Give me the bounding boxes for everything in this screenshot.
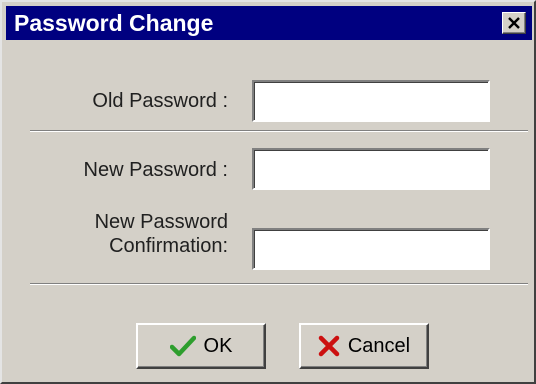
checkmark-icon [169, 335, 196, 357]
confirm-label-line1: New Password [94, 211, 228, 233]
old-password-label: Old Password : [92, 90, 228, 112]
ok-button[interactable]: OK [136, 323, 266, 369]
cancel-label: Cancel [347, 334, 411, 357]
cancel-button[interactable]: Cancel [299, 323, 429, 369]
password-change-dialog: Password Change Old Password : New Passw… [0, 0, 536, 384]
ok-label: OK [203, 334, 233, 357]
confirm-password-field[interactable] [252, 228, 490, 270]
separator-bottom [30, 283, 528, 285]
close-button[interactable] [502, 12, 526, 34]
new-password-field[interactable] [252, 148, 490, 190]
confirm-label-line2: Confirmation: [109, 235, 228, 257]
separator-top [30, 130, 528, 132]
x-icon [318, 335, 340, 357]
old-password-field[interactable] [252, 80, 490, 122]
title-bar[interactable]: Password Change [6, 6, 532, 40]
window-title: Password Change [14, 10, 214, 36]
close-icon [508, 17, 520, 29]
new-password-label: New Password : [83, 159, 229, 181]
